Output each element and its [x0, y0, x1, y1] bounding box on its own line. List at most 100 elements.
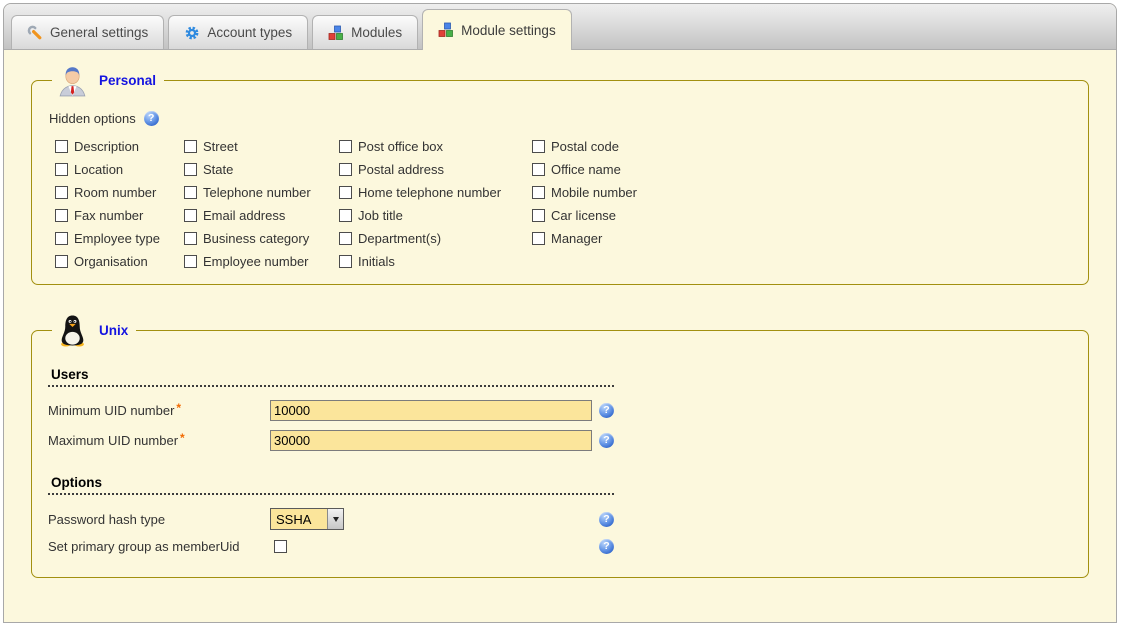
tab-label: Modules: [351, 25, 402, 40]
hidden-option-label: Car license: [551, 208, 616, 223]
min-uid-label: Minimum UID number*: [48, 403, 270, 418]
hidden-option-item[interactable]: Manager: [532, 230, 1072, 247]
max-uid-input[interactable]: [270, 430, 592, 451]
password-hash-value: SSHA: [271, 512, 327, 527]
hidden-option-label: Manager: [551, 231, 602, 246]
hidden-option-item[interactable]: Mobile number: [532, 184, 1072, 201]
hidden-option-checkbox[interactable]: [339, 140, 352, 153]
hidden-option-item[interactable]: Fax number: [55, 207, 184, 224]
help-icon[interactable]: ?: [599, 403, 614, 418]
help-icon[interactable]: ?: [144, 111, 159, 126]
hidden-option-label: Postal address: [358, 162, 444, 177]
hidden-option-label: Postal code: [551, 139, 619, 154]
personal-section-title: Personal: [99, 73, 156, 88]
hidden-option-checkbox[interactable]: [339, 163, 352, 176]
hidden-option-checkbox[interactable]: [55, 163, 68, 176]
modules-cubes-icon: [328, 25, 344, 41]
hidden-option-label: State: [203, 162, 233, 177]
chevron-down-icon: [327, 509, 343, 529]
hidden-option-label: Home telephone number: [358, 185, 501, 200]
tab-module-settings[interactable]: Module settings: [422, 9, 572, 50]
hidden-option-checkbox[interactable]: [55, 232, 68, 245]
personal-legend: Personal: [52, 64, 164, 97]
hidden-option-checkbox[interactable]: [339, 209, 352, 222]
member-uid-row: Set primary group as memberUid ?: [48, 539, 614, 554]
hidden-option-label: Department(s): [358, 231, 441, 246]
tab-general-settings[interactable]: General settings: [11, 15, 164, 49]
hidden-option-checkbox[interactable]: [184, 186, 197, 199]
hidden-option-item[interactable]: Department(s): [339, 230, 532, 247]
hidden-option-item[interactable]: Telephone number: [184, 184, 339, 201]
hidden-option-checkbox[interactable]: [532, 209, 545, 222]
hidden-option-item[interactable]: Location: [55, 161, 184, 178]
help-icon[interactable]: ?: [599, 433, 614, 448]
hidden-option-label: Job title: [358, 208, 403, 223]
gear-icon: [184, 25, 200, 41]
hidden-option-checkbox[interactable]: [532, 186, 545, 199]
hidden-option-label: Description: [74, 139, 139, 154]
hidden-option-label: Mobile number: [551, 185, 637, 200]
hidden-option-item[interactable]: State: [184, 161, 339, 178]
hidden-option-checkbox[interactable]: [184, 255, 197, 268]
tab-bar: General settings Account types Modules: [4, 4, 1116, 50]
hidden-option-checkbox[interactable]: [339, 186, 352, 199]
hidden-option-item[interactable]: Street: [184, 138, 339, 155]
hidden-option-checkbox[interactable]: [184, 163, 197, 176]
hidden-option-item[interactable]: Initials: [339, 253, 532, 270]
hidden-option-item[interactable]: Employee type: [55, 230, 184, 247]
unix-section-title: Unix: [99, 323, 128, 338]
max-uid-label: Maximum UID number*: [48, 433, 270, 448]
hidden-option-item[interactable]: Home telephone number: [339, 184, 532, 201]
hidden-option-item[interactable]: Employee number: [184, 253, 339, 270]
hidden-option-checkbox[interactable]: [339, 255, 352, 268]
hidden-option-item[interactable]: Organisation: [55, 253, 184, 270]
member-uid-checkbox[interactable]: [274, 540, 287, 553]
module-settings-window: General settings Account types Modules: [3, 3, 1117, 623]
hidden-option-checkbox[interactable]: [184, 209, 197, 222]
hidden-option-item[interactable]: Room number: [55, 184, 184, 201]
hidden-option-checkbox[interactable]: [55, 186, 68, 199]
hidden-options-label: Hidden options: [49, 111, 136, 126]
hidden-option-checkbox[interactable]: [55, 140, 68, 153]
hidden-option-checkbox[interactable]: [532, 232, 545, 245]
help-icon[interactable]: ?: [599, 539, 614, 554]
module-settings-panel: Personal Hidden options ? Description St…: [4, 64, 1116, 623]
hidden-option-item[interactable]: Office name: [532, 161, 1072, 178]
password-hash-select[interactable]: SSHA: [270, 508, 344, 530]
hidden-option-checkbox[interactable]: [532, 140, 545, 153]
hidden-option-checkbox[interactable]: [532, 163, 545, 176]
hidden-option-label: Room number: [74, 185, 156, 200]
password-hash-row: Password hash type SSHA ?: [48, 508, 614, 530]
tux-icon: [56, 314, 89, 347]
member-uid-label: Set primary group as memberUid: [48, 539, 270, 554]
hidden-option-label: Office name: [551, 162, 621, 177]
hidden-option-item[interactable]: Email address: [184, 207, 339, 224]
hidden-option-checkbox[interactable]: [55, 209, 68, 222]
hidden-option-item[interactable]: Business category: [184, 230, 339, 247]
hidden-option-item[interactable]: Description: [55, 138, 184, 155]
help-icon[interactable]: ?: [599, 512, 614, 527]
personal-section: Personal Hidden options ? Description St…: [31, 64, 1089, 285]
tab-label: Account types: [207, 25, 292, 40]
hidden-option-item[interactable]: Car license: [532, 207, 1072, 224]
tab-label: Module settings: [461, 23, 556, 38]
hidden-option-label: Fax number: [74, 208, 143, 223]
hidden-option-label: Organisation: [74, 254, 148, 269]
hidden-option-checkbox[interactable]: [339, 232, 352, 245]
hidden-option-item[interactable]: Postal code: [532, 138, 1072, 155]
wrench-icon: [27, 25, 43, 41]
tab-modules[interactable]: Modules: [312, 15, 418, 49]
hidden-option-item[interactable]: Postal address: [339, 161, 532, 178]
hidden-option-item[interactable]: Post office box: [339, 138, 532, 155]
min-uid-input[interactable]: [270, 400, 592, 421]
hidden-option-label: Business category: [203, 231, 309, 246]
hidden-option-checkbox[interactable]: [184, 232, 197, 245]
unix-section: Unix Users Minimum UID number* ? Maximum…: [31, 314, 1089, 578]
hidden-option-item[interactable]: Job title: [339, 207, 532, 224]
hidden-option-checkbox[interactable]: [184, 140, 197, 153]
min-uid-row: Minimum UID number* ?: [48, 400, 614, 421]
hidden-option-checkbox[interactable]: [55, 255, 68, 268]
max-uid-row: Maximum UID number* ?: [48, 430, 614, 451]
modules-cubes-icon: [438, 22, 454, 38]
tab-account-types[interactable]: Account types: [168, 15, 308, 49]
